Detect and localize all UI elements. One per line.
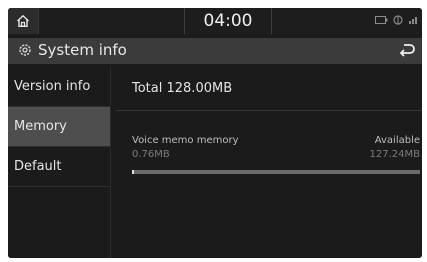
sidebar-item-label: Default [14, 159, 62, 174]
status-bar: 04:00 [8, 8, 422, 34]
used-memory-value: 0.76MB [132, 149, 170, 160]
total-memory: Total 128.00MB [116, 67, 422, 111]
home-icon [17, 14, 29, 27]
title-bar: System info [8, 38, 422, 64]
clock: 04:00 [184, 8, 272, 34]
connectivity-icon [393, 15, 403, 25]
head-unit-screen: 04:00 System info Version info Memory De… [8, 8, 422, 258]
sidebar-item-version-info[interactable]: Version info [8, 67, 110, 107]
gear-icon [19, 44, 31, 56]
available-label: Available [374, 135, 420, 146]
page-title: System info [38, 41, 127, 59]
sidebar-item-default[interactable]: Default [8, 147, 110, 187]
voice-memo-memory-label: Voice memo memory [132, 135, 239, 146]
available-memory-value: 127.24MB [369, 149, 420, 160]
sidebar-item-memory[interactable]: Memory [8, 107, 110, 147]
sidebar-menu: Version info Memory Default [8, 67, 111, 258]
sidebar-item-label: Memory [14, 119, 67, 134]
memory-panel: Total 128.00MB Voice memo memory Availab… [116, 67, 422, 258]
back-icon[interactable] [398, 42, 416, 58]
home-button[interactable] [8, 8, 39, 34]
status-icons [375, 14, 418, 26]
signal-icon [409, 17, 417, 24]
memory-usage-fill [132, 170, 134, 174]
media-status-icon [375, 16, 388, 24]
memory-usage-bar [132, 170, 420, 174]
sidebar-item-label: Version info [14, 79, 91, 94]
